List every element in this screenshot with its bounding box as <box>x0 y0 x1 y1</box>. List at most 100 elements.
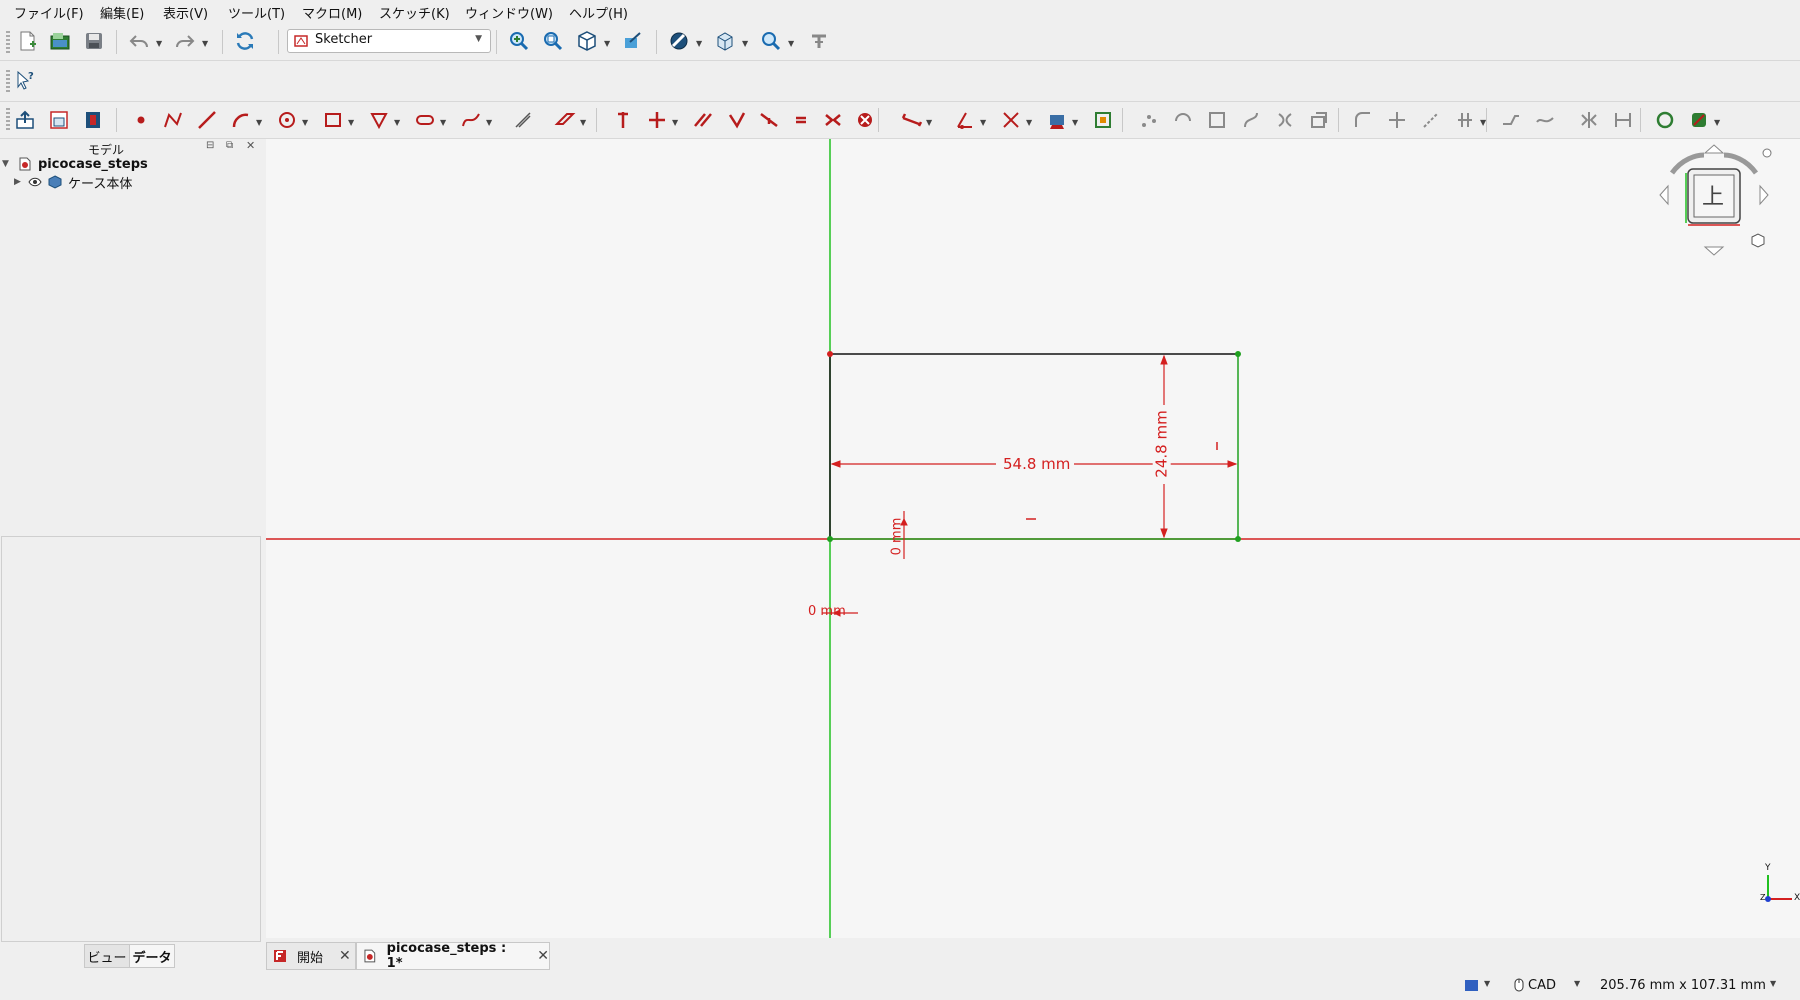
toolbar-grip[interactable] <box>6 108 10 130</box>
constrain-coincident-icon[interactable] <box>610 107 636 133</box>
tab-picocase-steps[interactable]: picocase_steps : 1* ✕ <box>356 941 550 971</box>
measure-view-icon[interactable] <box>620 28 646 54</box>
measure-icon[interactable] <box>806 28 832 54</box>
polygon-icon[interactable] <box>366 107 392 133</box>
color-swatch-icon[interactable] <box>1465 980 1478 991</box>
chevron-down-icon[interactable]: ▼ <box>1574 979 1580 988</box>
constrain-point-on-object-icon[interactable] <box>644 107 670 133</box>
constrain-distance-icon[interactable] <box>898 107 924 133</box>
zoom-icon[interactable] <box>758 28 784 54</box>
show-hide-internal-icon[interactable] <box>1652 107 1678 133</box>
height-dimension-label[interactable]: 24.8 mm <box>1152 406 1171 482</box>
navigation-cube[interactable]: 上 <box>1654 143 1774 263</box>
construction-mode-icon[interactable] <box>552 107 578 133</box>
constraint-tools-dropdown-icon[interactable]: ▼ <box>1072 118 1078 127</box>
arc-icon[interactable] <box>228 107 254 133</box>
constrain-angle-dropdown-icon[interactable]: ▼ <box>980 118 986 127</box>
panel-minimize-icon[interactable]: ⊟ <box>206 140 214 151</box>
chevron-down-icon[interactable]: ▼ <box>1484 979 1490 988</box>
constraint-tools-icon[interactable] <box>1044 107 1070 133</box>
fit-selection-icon[interactable] <box>540 28 566 54</box>
3d-viewport[interactable]: 54.8 mm 24.8 mm 0 mm 0 mm 上 Y X Z <box>266 139 1800 938</box>
bspline-knot-icon[interactable] <box>1238 107 1264 133</box>
sketch-canvas[interactable] <box>266 139 1800 938</box>
std-views-icon[interactable] <box>712 28 738 54</box>
bspline-dropdown-icon[interactable]: ▼ <box>486 118 492 127</box>
arc-dropdown-icon[interactable]: ▼ <box>256 118 262 127</box>
origin-y-dimension-label[interactable]: 0 mm <box>889 518 904 556</box>
new-document-icon[interactable] <box>14 28 40 54</box>
external-geometry-icon[interactable] <box>510 107 536 133</box>
tree-document-row[interactable]: ▼ picocase_steps <box>0 155 148 173</box>
toggle-driving-icon[interactable] <box>998 107 1024 133</box>
whats-this-icon[interactable]: ? <box>12 67 38 93</box>
bspline-weight-icon[interactable] <box>1272 107 1298 133</box>
width-dimension-label[interactable]: 54.8 mm <box>999 455 1075 473</box>
constrain-point-on-object-dropdown-icon[interactable]: ▼ <box>672 118 678 127</box>
workbench-selector[interactable]: Sketcher ▼ <box>287 29 491 53</box>
bspline-convert-icon[interactable] <box>1306 107 1332 133</box>
tab-start[interactable]: 開始 ✕ <box>266 942 356 970</box>
construction-mode-dropdown-icon[interactable]: ▼ <box>580 118 586 127</box>
bspline-icon[interactable] <box>458 107 484 133</box>
constrain-perpendicular-icon[interactable] <box>724 107 750 133</box>
carbon-copy-icon[interactable] <box>1532 107 1558 133</box>
circle-icon[interactable] <box>274 107 300 133</box>
visibility-eye-icon[interactable] <box>28 175 42 189</box>
slot-dropdown-icon[interactable]: ▼ <box>440 118 446 127</box>
external-icon[interactable] <box>1498 107 1524 133</box>
symmetry-icon[interactable] <box>1576 107 1602 133</box>
menu-view[interactable]: 表示(V) <box>163 3 208 22</box>
menu-tools[interactable]: ツール(T) <box>228 3 285 22</box>
std-views-dropdown-icon[interactable]: ▼ <box>742 39 748 48</box>
close-icon[interactable]: ✕ <box>537 948 549 964</box>
chevron-down-icon[interactable]: ▼ <box>1770 979 1776 988</box>
split-icon[interactable] <box>1452 107 1478 133</box>
rectangle-dropdown-icon[interactable]: ▼ <box>348 118 354 127</box>
origin-x-dimension-label[interactable]: 0 mm <box>808 604 846 619</box>
extend-icon[interactable] <box>1418 107 1444 133</box>
tab-view[interactable]: ビュー <box>84 944 130 968</box>
constrain-parallel-icon[interactable] <box>690 107 716 133</box>
slot-icon[interactable] <box>412 107 438 133</box>
open-document-icon[interactable] <box>47 28 73 54</box>
menu-edit[interactable]: 編集(E) <box>100 3 144 22</box>
menu-help[interactable]: ヘルプ(H) <box>569 3 628 22</box>
leave-sketch-icon[interactable] <box>12 107 38 133</box>
expand-arrow-icon[interactable]: ▼ <box>2 159 16 169</box>
refresh-icon[interactable] <box>232 28 258 54</box>
panel-close-icon[interactable]: ✕ <box>246 139 255 152</box>
zoom-dropdown-icon[interactable]: ▼ <box>788 39 794 48</box>
undo-icon[interactable] <box>126 28 152 54</box>
tree-body-row[interactable]: ▶ ケース本体 <box>0 173 132 192</box>
constrain-symmetric-icon[interactable] <box>820 107 846 133</box>
view-sketch-icon[interactable] <box>46 107 72 133</box>
constrain-tangent-icon[interactable] <box>756 107 782 133</box>
show-hide-geometry-dropdown-icon[interactable]: ▼ <box>1714 118 1720 127</box>
clone-icon[interactable] <box>1610 107 1636 133</box>
view-section-icon[interactable] <box>80 107 106 133</box>
property-view[interactable] <box>1 536 261 942</box>
redo-dropdown-icon[interactable]: ▼ <box>202 39 208 48</box>
toolbar-grip[interactable] <box>6 31 10 53</box>
line-icon[interactable] <box>194 107 220 133</box>
bspline-comb-icon[interactable] <box>1204 107 1230 133</box>
constrain-block-icon[interactable] <box>852 107 878 133</box>
navigation-style[interactable]: CAD <box>1528 978 1556 993</box>
view-dropdown-icon[interactable]: ▼ <box>604 39 610 48</box>
tab-data[interactable]: データ <box>129 944 175 968</box>
bspline-degree-icon[interactable] <box>1136 107 1162 133</box>
isometric-view-icon[interactable] <box>574 28 600 54</box>
polygon-dropdown-icon[interactable]: ▼ <box>394 118 400 127</box>
bspline-polygon-icon[interactable] <box>1170 107 1196 133</box>
trim-icon[interactable] <box>1384 107 1410 133</box>
panel-float-icon[interactable]: ⧉ <box>226 140 233 151</box>
fillet-icon[interactable] <box>1350 107 1376 133</box>
collapse-arrow-icon[interactable]: ▶ <box>14 177 28 187</box>
close-icon[interactable]: ✕ <box>339 948 351 964</box>
toolbar-grip[interactable] <box>6 70 10 92</box>
menu-sketch[interactable]: スケッチ(K) <box>379 3 450 22</box>
constrain-equal-icon[interactable] <box>788 107 814 133</box>
constrain-angle-icon[interactable] <box>952 107 978 133</box>
menu-file[interactable]: ファイル(F) <box>14 3 84 22</box>
